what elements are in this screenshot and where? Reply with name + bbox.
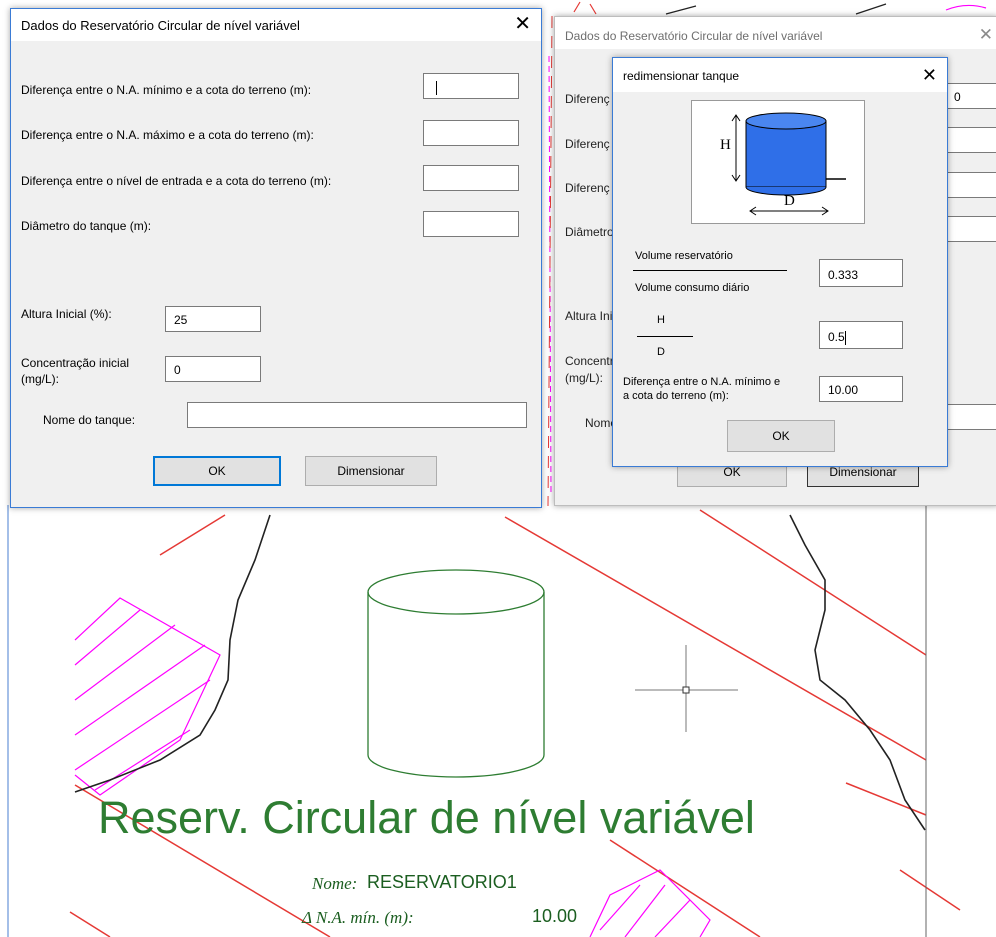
label-altura: Altura Ini	[565, 309, 613, 323]
redim-titlebar: redimensionar tanque ✕	[613, 58, 947, 92]
dimensionar-button[interactable]: Dimensionar	[305, 456, 437, 486]
label-d: D	[657, 346, 665, 358]
diagram-h-label: H	[720, 137, 731, 153]
na-min-input[interactable]: 10.00	[819, 376, 903, 402]
crosshair-cursor	[635, 645, 738, 732]
label-diametro: Diâmetro	[565, 225, 614, 239]
altura-inicial-input[interactable]: 25	[165, 306, 261, 332]
label-diferenca-na-1: Diferença entre o N.A. mínimo e	[623, 376, 781, 388]
cad-strip-left	[546, 15, 554, 507]
label-volume-reservatorio: Volume reservatório	[635, 250, 733, 262]
label-concentracao: Concentração inicial	[21, 356, 130, 370]
label-diferenca-1: Diferenç	[565, 92, 610, 106]
main-title: Dados do Reservatório Circular de nível …	[21, 18, 300, 33]
background-dialog-titlebar: Dados do Reservatório Circular de nível …	[555, 17, 996, 49]
label-diametro: Diâmetro do tanque (m):	[21, 219, 152, 233]
diametro-input[interactable]	[423, 211, 519, 237]
label-na-min: Diferença entre o N.A. mínimo e a cota d…	[21, 83, 312, 97]
volume-ratio-input[interactable]: 0.333	[819, 259, 903, 287]
close-icon[interactable]: ✕	[514, 13, 531, 35]
background-dialog-title: Dados do Reservatório Circular de nível …	[565, 29, 823, 43]
field-peek-3[interactable]	[945, 172, 996, 198]
red-line	[699, 509, 927, 656]
na-max-input[interactable]	[423, 120, 519, 146]
terrain-line-right	[789, 514, 926, 831]
red-line	[159, 514, 226, 556]
red-line	[899, 869, 961, 911]
label-na-max: Diferença entre o N.A. máximo e a cota d…	[21, 128, 314, 142]
red-line	[845, 782, 927, 816]
redim-title: redimensionar tanque	[623, 69, 740, 83]
label-concentracao-unit: (mg/L):	[21, 372, 60, 386]
fraction-line	[637, 336, 693, 337]
na-min-input[interactable]	[423, 73, 519, 99]
cad-name-label: Nome:	[312, 874, 358, 893]
close-icon[interactable]: ✕	[922, 64, 937, 86]
diagram-d-label: D	[784, 193, 795, 209]
label-h: H	[657, 314, 665, 326]
label-diferenca-3: Diferenç	[565, 181, 610, 195]
label-diferenca-na-2: a cota do terreno (m):	[623, 390, 729, 402]
cad-title: Reserv. Circular de nível variável	[98, 792, 755, 843]
hd-ratio-input[interactable]: 0.5	[819, 321, 903, 349]
nivel-entrada-input[interactable]	[423, 165, 519, 191]
concentracao-input[interactable]: 0	[165, 356, 261, 382]
label-concentr-unit: (mg/L):	[565, 371, 604, 385]
label-diferenca-2: Diferenç	[565, 137, 610, 151]
tank-diagram: H D	[691, 100, 865, 224]
ok-button[interactable]: OK	[153, 456, 281, 486]
fraction-line	[633, 270, 787, 271]
nome-tanque-input[interactable]	[187, 402, 527, 428]
field-peek-4[interactable]	[945, 216, 996, 242]
label-volume-consumo: Volume consumo diário	[635, 282, 750, 294]
main-dialog: Dados do Reservatório Circular de nível …	[10, 8, 542, 508]
hatch-bottom	[589, 869, 711, 937]
cad-name-value: RESERVATORIO1	[367, 872, 517, 892]
label-nome-tanque: Nome do tanque:	[43, 413, 136, 427]
main-titlebar: Dados do Reservatório Circular de nível …	[11, 9, 541, 41]
redimensionar-dialog: redimensionar tanque ✕ H D Volume reserv…	[612, 57, 948, 467]
field-peek-2[interactable]	[945, 127, 996, 153]
cad-na-label: Δ N.A. mín. (m):	[302, 908, 414, 927]
red-line	[69, 911, 111, 937]
label-nivel-entrada: Diferença entre o nível de entrada e a c…	[21, 174, 332, 188]
label-altura-inicial: Altura Inicial (%):	[21, 307, 112, 321]
red-line	[504, 516, 927, 761]
cad-strip	[546, 0, 996, 16]
cylinder-drawing	[367, 569, 545, 778]
field-peek-1[interactable]: 0	[945, 83, 996, 109]
label-concentr: Concentr	[565, 354, 614, 368]
red-line	[609, 839, 761, 937]
close-icon[interactable]: ✕	[979, 24, 993, 46]
cad-na-value: 10.00	[532, 906, 578, 926]
field-peek-5[interactable]	[947, 404, 996, 430]
redim-ok-button[interactable]: OK	[727, 420, 835, 452]
